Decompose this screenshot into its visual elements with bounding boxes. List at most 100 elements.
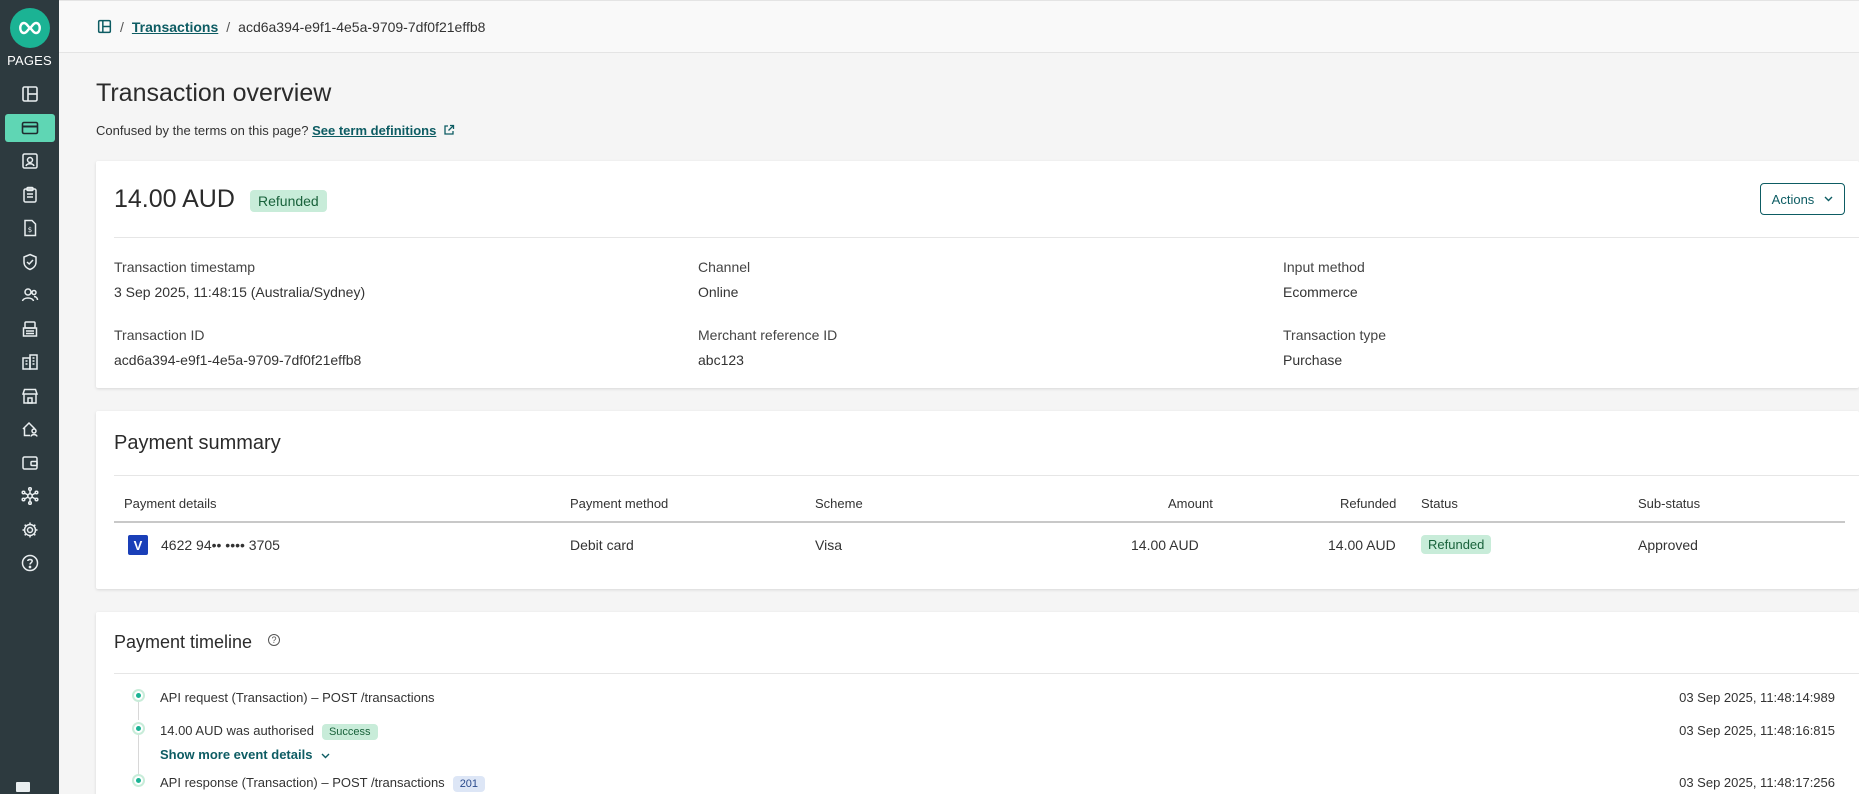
invoice-icon: $	[23, 219, 36, 237]
status-badge: Refunded	[250, 190, 327, 212]
timeline-dot	[132, 774, 145, 787]
timeline-event-time: 03 Sep 2025, 11:48:14:989	[1679, 690, 1835, 705]
field-value: Purchase	[1283, 352, 1343, 368]
field-value: Online	[698, 284, 739, 300]
transaction-amount: 14.00 AUD	[114, 185, 235, 213]
sidebar-item-help[interactable]	[5, 549, 55, 577]
sidebar-item-merchants[interactable]	[5, 415, 55, 443]
field-channel: Channel Online	[698, 259, 750, 300]
timeline-connector	[138, 702, 139, 720]
payment-method-value: Debit card	[570, 537, 634, 553]
scheme-value: Visa	[815, 537, 842, 553]
sidebar-item-invoices[interactable]: $	[5, 214, 55, 242]
timeline-event-text: 14.00 AUD was authorised	[160, 723, 314, 738]
column-header-status: Status	[1421, 496, 1458, 511]
field-label: Transaction timestamp	[114, 259, 256, 275]
help-icon	[21, 554, 38, 572]
timeline-event-text: API response (Transaction) – POST /trans…	[160, 775, 445, 790]
timeline-event-time: 03 Sep 2025, 11:48:17:256	[1679, 775, 1835, 790]
field-value: acd6a394-e9f1-4e5a-9709-7df0f21effb8	[114, 352, 362, 368]
dashboard-icon[interactable]	[97, 19, 112, 34]
wallet-icon	[21, 455, 38, 470]
actions-label: Actions	[1771, 191, 1815, 207]
chevron-down-icon	[321, 753, 330, 759]
sidebar-item-organisations[interactable]	[5, 348, 55, 376]
payment-summary-title: Payment summary	[114, 432, 281, 454]
sidebar-item-dashboard[interactable]	[5, 80, 55, 108]
refunded-value: 14.00 AUD	[1328, 537, 1396, 553]
status-badge: Refunded	[1421, 535, 1492, 554]
response-code-badge: 201	[452, 776, 486, 792]
table-header-divider	[114, 521, 1845, 523]
sidebar-item-users[interactable]	[5, 281, 55, 309]
collapse-sidebar-icon[interactable]	[16, 782, 30, 792]
show-more-event-details-button[interactable]: Show more event details	[160, 747, 330, 762]
field-label: Channel	[698, 259, 751, 275]
sidebar-item-orders[interactable]	[5, 181, 55, 209]
visa-card-icon: V	[128, 535, 148, 555]
field-value: 3 Sep 2025, 11:48:15 (Australia/Sydney)	[114, 284, 366, 300]
gear-icon	[22, 522, 37, 537]
breadcrumb-current: acd6a394-e9f1-4e5a-9709-7df0f21effb8	[238, 18, 486, 35]
terminal-icon	[22, 320, 37, 337]
timeline-event-time: 03 Sep 2025, 11:48:16:815	[1679, 723, 1835, 738]
timeline-event: API response (Transaction) – POST /trans…	[160, 775, 486, 792]
success-badge: Success	[321, 724, 378, 740]
transaction-overview-card: 14.00 AUD Refunded Actions Transaction t…	[96, 161, 1859, 388]
field-transaction-id: Transaction ID acd6a394-e9f1-4e5a-9709-7…	[114, 327, 361, 368]
field-transaction-type: Transaction type Purchase	[1283, 327, 1386, 368]
column-header-scheme: Scheme	[815, 496, 863, 511]
field-input-method: Input method Ecommerce	[1283, 259, 1365, 300]
shield-check-icon	[22, 253, 37, 270]
term-definitions-link[interactable]: See term definitions	[312, 123, 436, 138]
contact-card-icon	[21, 153, 38, 169]
payment-timeline-card: Payment timeline ? API request (Transact…	[96, 612, 1859, 794]
breadcrumb-separator: /	[120, 18, 124, 35]
sidebar-item-transactions[interactable]	[4, 113, 55, 142]
timeline-dot	[132, 722, 145, 735]
clipboard-icon	[22, 186, 37, 203]
field-value: abc123	[698, 352, 744, 368]
amount-value: 14.00 AUD	[1131, 537, 1199, 553]
dashboard-icon	[21, 86, 38, 102]
network-icon	[20, 487, 39, 505]
store-icon	[21, 388, 38, 404]
sidebar-item-settings[interactable]	[5, 516, 55, 544]
main-content: / Transactions / acd6a394-e9f1-4e5a-9709…	[59, 0, 1859, 794]
sidebar-item-stores[interactable]	[5, 382, 55, 410]
field-transaction-timestamp: Transaction timestamp 3 Sep 2025, 11:48:…	[114, 259, 365, 300]
payment-summary-card: Payment summary Payment details Payment …	[96, 411, 1859, 589]
card-number: 4622 94•• •••• 3705	[161, 537, 280, 553]
sidebar-item-terminals[interactable]	[5, 315, 55, 343]
breadcrumb: / Transactions / acd6a394-e9f1-4e5a-9709…	[59, 0, 1859, 53]
breadcrumb-transactions-link[interactable]: Transactions	[132, 19, 218, 35]
page-title: Transaction overview	[96, 79, 332, 107]
divider	[114, 673, 1859, 674]
divider	[114, 475, 1859, 476]
status-cell: Refunded	[1421, 535, 1492, 554]
sidebar-item-wallets[interactable]	[5, 449, 55, 477]
chevron-down-icon	[1824, 196, 1833, 202]
field-label: Merchant reference ID	[698, 327, 838, 343]
app-logo-icon[interactable]	[9, 8, 50, 48]
sidebar: PAGES $	[0, 0, 59, 794]
field-label: Transaction ID	[114, 327, 205, 343]
sidebar-item-integrations[interactable]	[5, 482, 55, 510]
actions-button[interactable]: Actions	[1760, 183, 1845, 215]
sidebar-item-security[interactable]	[5, 248, 55, 276]
sub-status-value: Approved	[1638, 537, 1698, 553]
external-link-icon	[444, 124, 455, 135]
column-header-amount: Amount	[1168, 496, 1213, 511]
column-header-payment-details: Payment details	[124, 496, 217, 511]
field-label: Transaction type	[1283, 327, 1386, 343]
payment-timeline-title: Payment timeline	[114, 632, 253, 652]
svg-text:$: $	[27, 226, 31, 234]
buildings-icon	[21, 354, 38, 370]
timeline-event: 14.00 AUD was authorised Success	[160, 723, 378, 740]
help-icon[interactable]: ?	[268, 634, 280, 646]
sidebar-item-customers[interactable]	[5, 147, 55, 175]
field-label: Input method	[1283, 259, 1365, 275]
sidebar-nav: $	[4, 80, 55, 583]
column-header-sub-status: Sub-status	[1638, 496, 1701, 511]
column-header-refunded: Refunded	[1340, 496, 1397, 511]
